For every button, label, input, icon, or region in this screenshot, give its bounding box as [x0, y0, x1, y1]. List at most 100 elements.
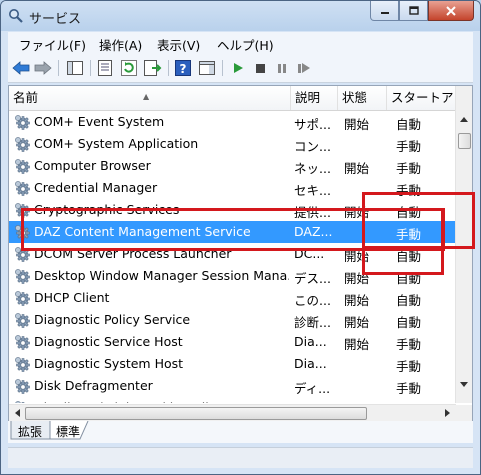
service-row[interactable]: Desktop Window Manager Session Mana... デス…: [9, 265, 456, 287]
menu-file[interactable]: ファイル(F): [19, 35, 86, 54]
service-startup-type: 自動: [396, 205, 422, 220]
stop-service-button[interactable]: [251, 59, 269, 77]
service-description: セキ...: [294, 183, 331, 198]
start-service-button[interactable]: [229, 59, 247, 77]
services-window: サービス ファイル(F) 操作(A) 表示(V) ヘルプ(H) ? 名前 ▲ 説…: [0, 0, 481, 475]
gear-icon: [15, 335, 30, 350]
console-tree-button[interactable]: [66, 59, 84, 77]
horizontal-scrollbar[interactable]: [9, 404, 456, 421]
service-row[interactable]: Diagnostic Service Host Dia... 開始 手動: [9, 331, 456, 353]
service-name: DAZ Content Management Service: [34, 224, 251, 239]
sort-ascending-icon: ▲: [143, 92, 150, 101]
gear-icon: [15, 159, 30, 174]
service-description: デス...: [294, 271, 331, 286]
gear-icon: [15, 269, 30, 284]
service-row[interactable]: DHCP Client この... 開始 自動: [9, 287, 456, 309]
tab-standard[interactable]: 標準: [52, 423, 84, 441]
maximize-button[interactable]: [399, 1, 428, 21]
minimize-icon: [380, 11, 389, 14]
vertical-scrollbar[interactable]: [455, 86, 472, 403]
service-row[interactable]: Credential Manager セキ... 手動: [9, 177, 456, 199]
back-button[interactable]: [12, 59, 30, 77]
scroll-corner: [456, 405, 472, 421]
maximize-icon: [408, 6, 419, 15]
column-name[interactable]: 名前 ▲: [9, 86, 291, 110]
service-status: 開始: [344, 205, 370, 220]
export-list-button[interactable]: [144, 59, 162, 77]
properties-button[interactable]: [96, 59, 114, 77]
menu-help[interactable]: ヘルプ(H): [217, 35, 274, 54]
service-row[interactable]: Computer Browser ネッ... 開始 手動: [9, 155, 456, 177]
caption-buttons: [370, 1, 474, 21]
service-status: 開始: [344, 315, 370, 330]
scroll-down-icon[interactable]: [460, 382, 468, 388]
service-name: Diagnostic Service Host: [34, 334, 183, 349]
scroll-right-icon[interactable]: [445, 409, 451, 417]
service-row[interactable]: Disk Defragmenter ディ... 手動: [9, 375, 456, 397]
service-row[interactable]: Cryptographic Services 提供... 開始 自動: [9, 199, 456, 221]
gear-icon: [15, 115, 30, 130]
service-name: Credential Manager: [34, 180, 158, 195]
service-status: 開始: [344, 293, 370, 308]
pause-service-button[interactable]: [273, 59, 291, 77]
properties-icon: [98, 60, 112, 76]
service-row[interactable]: Diagnostic Policy Service 診断... 開始 自動: [9, 309, 456, 331]
column-description[interactable]: 説明: [291, 86, 338, 110]
service-name: COM+ System Application: [34, 136, 199, 151]
service-status: 開始: [344, 271, 370, 286]
service-status: 開始: [344, 337, 370, 352]
service-description: サポ...: [294, 117, 331, 132]
service-startup-type: 手動: [396, 161, 422, 176]
refresh-button[interactable]: [120, 59, 138, 77]
menu-view[interactable]: 表示(V): [157, 35, 200, 54]
tab-extended[interactable]: 拡張: [14, 423, 46, 441]
service-name: Desktop Window Manager Session Mana...: [34, 268, 289, 283]
help-icon: ?: [175, 60, 191, 76]
restart-icon: [298, 63, 310, 73]
help-button[interactable]: ?: [174, 59, 192, 77]
service-startup-type: 手動: [396, 183, 422, 198]
column-status[interactable]: 状態: [338, 86, 387, 110]
service-name: Computer Browser: [34, 158, 151, 173]
service-row[interactable]: Distributed Link Tracking Client: [9, 397, 456, 403]
menu-action[interactable]: 操作(A): [99, 35, 142, 54]
service-row[interactable]: Diagnostic System Host Dia... 手動: [9, 353, 456, 375]
horizontal-scroll-thumb[interactable]: [25, 407, 367, 420]
refresh-icon: [121, 60, 137, 76]
service-status: 開始: [344, 117, 370, 132]
action-pane-icon: [199, 61, 215, 75]
service-row[interactable]: COM+ System Application コン... 手動: [9, 133, 456, 155]
service-description: ネッ...: [294, 161, 331, 176]
back-arrow-icon: [12, 61, 30, 75]
service-name: DHCP Client: [34, 290, 110, 305]
title-bar[interactable]: サービス: [1, 1, 480, 31]
status-bar: [8, 447, 473, 468]
toolbar-separator: [90, 60, 91, 76]
export-list-icon: [144, 60, 162, 76]
service-name: Diagnostic System Host: [34, 356, 184, 371]
service-name: Cryptographic Services: [34, 202, 180, 217]
service-description: Dia...: [294, 334, 327, 349]
stop-icon: [256, 64, 265, 73]
service-startup-type: 手動: [396, 227, 422, 242]
service-name: COM+ Event System: [34, 114, 165, 129]
toolbar-separator: [222, 60, 223, 76]
scroll-up-icon[interactable]: [460, 116, 468, 122]
toolbar-separator: [168, 60, 169, 76]
service-row[interactable]: COM+ Event System サポ... 開始 自動: [9, 111, 456, 133]
close-button[interactable]: [428, 1, 474, 21]
gear-icon: [15, 401, 25, 403]
service-description: DAZ...: [294, 224, 333, 239]
scroll-left-icon[interactable]: [14, 409, 20, 417]
restart-service-button[interactable]: [295, 59, 313, 77]
column-startup-type[interactable]: スタートア: [387, 86, 461, 110]
gear-icon: [15, 379, 30, 394]
service-row[interactable]: DAZ Content Management Service DAZ... 手動: [9, 221, 456, 243]
view-tabs: 拡張 標準: [8, 421, 473, 443]
show-hide-action-pane-button[interactable]: [198, 59, 216, 77]
service-row[interactable]: DCOM Server Process Launcher DC... 開始 自動: [9, 243, 456, 265]
vertical-scroll-thumb[interactable]: [458, 133, 471, 149]
forward-button[interactable]: [34, 59, 52, 77]
service-startup-type: 自動: [396, 293, 422, 308]
minimize-button[interactable]: [370, 1, 399, 21]
